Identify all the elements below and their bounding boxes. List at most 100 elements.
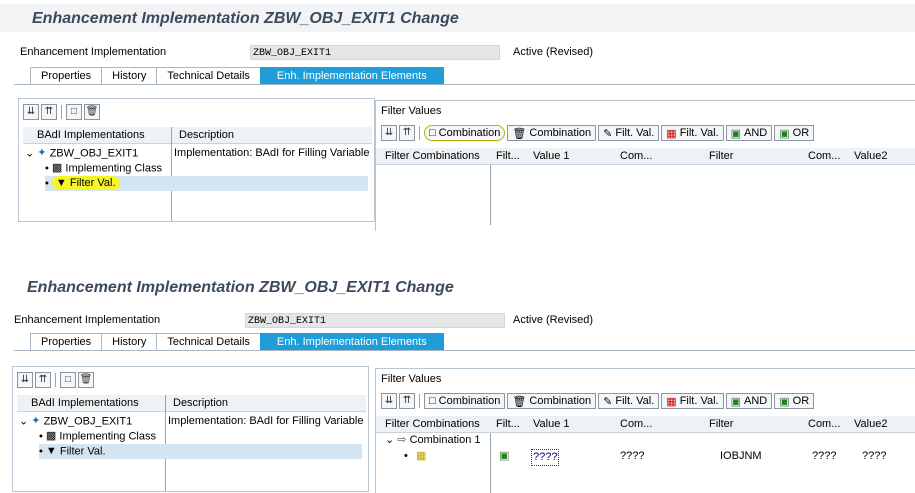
filter-values-panel: Filter Values ⇊ ⇈ □ Combination 🗑 Combin…: [375, 368, 915, 493]
col-description: Description: [173, 397, 229, 409]
create-icon[interactable]: □: [60, 372, 76, 388]
filter-value-row[interactable]: • ▦ ▣ ???? ???? IOBJNM ???? ????: [376, 449, 915, 466]
com2-cell: ????: [812, 450, 837, 462]
col-filter-combinations: Filter Combinations: [385, 418, 480, 430]
tab-enh-implementation-elements[interactable]: Enh. Implementation Elements: [259, 67, 444, 85]
change-filter-value-button[interactable]: ✎ Filt. Val.: [598, 125, 660, 141]
create-icon: □: [429, 395, 436, 407]
filter-values-panel: Filter Values ⇊ ⇈ □ Combination 🗑 Combin…: [375, 100, 915, 231]
tree-header: BAdI Implementations Description: [23, 127, 372, 144]
tree-root-label: ZBW_OBJ_EXIT1: [49, 147, 139, 160]
col-value2: Value2: [854, 418, 888, 430]
create-combination-button[interactable]: □ Combination: [424, 125, 506, 141]
value2-cell: ????: [862, 450, 887, 462]
or-icon: ▣: [779, 395, 790, 408]
filter-val-label: Filter Val.: [59, 445, 106, 458]
page-title: Enhancement Implementation ZBW_OBJ_EXIT1…: [27, 279, 454, 296]
filter-table-header: Filter Combinations Filt... Value 1 Com.…: [376, 416, 915, 433]
tab-history[interactable]: History: [101, 67, 158, 85]
col-com2: Com...: [808, 150, 841, 162]
delete-icon: 🗑: [512, 395, 527, 408]
status-text: Active (Revised): [513, 46, 594, 58]
collapse-all-icon[interactable]: ⇈: [399, 125, 415, 141]
combination-row[interactable]: ⌄ ⇨ Combination 1: [385, 433, 481, 448]
edit-row-icon[interactable]: ▣: [499, 449, 509, 464]
collapse-all-icon[interactable]: ⇈: [399, 393, 415, 409]
tab-properties[interactable]: Properties: [30, 67, 103, 85]
chevron-down-icon[interactable]: ⌄: [385, 434, 394, 446]
screenshot-panel-before: Enhancement Implementation ZBW_OBJ_EXIT1…: [0, 0, 915, 231]
tree-item-implementing-class[interactable]: • ▩ Implementing Class: [45, 161, 162, 176]
tab-history[interactable]: History: [101, 333, 158, 351]
filter-toolbar: ⇊ ⇈ □ Combination 🗑 Combination ✎ Filt. …: [381, 125, 815, 141]
impl-label: Enhancement Implementation: [14, 314, 161, 326]
delete-icon[interactable]: 🗑: [78, 372, 94, 388]
tree-root-row[interactable]: ⌄ ✦ ZBW_OBJ_EXIT1: [19, 414, 132, 429]
impl-value-field: ZBW_OBJ_EXIT1: [250, 45, 500, 60]
status-text: Active (Revised): [513, 314, 594, 326]
collapse-all-icon[interactable]: ⇈: [35, 372, 51, 388]
delete-icon[interactable]: 🗑: [84, 104, 100, 120]
delete-filter-value-button[interactable]: ▦ Filt. Val.: [661, 393, 724, 409]
implementing-class-label: Implementing Class: [59, 430, 156, 443]
delete-combination-button[interactable]: 🗑 Combination: [507, 393, 597, 409]
expand-all-icon[interactable]: ⇊: [381, 393, 397, 409]
or-button[interactable]: ▣ OR: [774, 393, 815, 409]
col-com2: Com...: [808, 418, 841, 430]
tree-root-label: ZBW_OBJ_EXIT1: [43, 415, 133, 428]
tree-item-filter-val[interactable]: • ▼ Filter Val.: [39, 444, 362, 459]
filter-icon: ▼: [45, 445, 57, 457]
tree-root-description: Implementation: BAdI for Filling Variabl…: [168, 415, 364, 427]
class-icon: ▩: [45, 430, 57, 442]
column-divider: [165, 395, 166, 491]
implementing-class-label: Implementing Class: [65, 162, 162, 175]
tab-technical-details[interactable]: Technical Details: [156, 67, 261, 85]
value1-cell[interactable]: ????: [531, 449, 560, 466]
filter-toolbar: ⇊ ⇈ □ Combination 🗑 Combination ✎ Filt. …: [381, 393, 815, 409]
col-badi-implementations: BAdI Implementations: [37, 129, 145, 141]
filter-values-label: Filter Values: [381, 373, 442, 385]
or-button[interactable]: ▣ OR: [774, 125, 815, 141]
and-button[interactable]: ▣ AND: [725, 393, 773, 409]
tab-properties[interactable]: Properties: [30, 333, 103, 351]
expand-all-icon[interactable]: ⇊: [381, 125, 397, 141]
col-filter-combinations: Filter Combinations: [385, 150, 480, 162]
and-icon: ▣: [730, 395, 742, 408]
tree-header: BAdI Implementations Description: [17, 395, 366, 412]
col-filter: Filter: [709, 150, 734, 162]
delete-combination-button[interactable]: 🗑 Combination: [507, 125, 597, 141]
class-icon: ▩: [51, 162, 63, 174]
create-icon[interactable]: □: [66, 104, 82, 120]
edit-icon: ✎: [603, 395, 613, 408]
and-button[interactable]: ▣ AND: [725, 125, 773, 141]
toolbar-separator: [419, 394, 420, 408]
tree-item-filter-val[interactable]: • ▼ Filter Val.: [45, 176, 368, 191]
create-combination-button[interactable]: □ Combination: [424, 393, 506, 409]
page-title: Enhancement Implementation ZBW_OBJ_EXIT1…: [32, 10, 459, 27]
col-value1: Value 1: [533, 418, 570, 430]
filter-table-header: Filter Combinations Filt... Value 1 Com.…: [376, 148, 915, 165]
bullet-icon: •: [39, 430, 43, 443]
tab-strip: Properties History Technical Details Enh…: [30, 333, 444, 351]
bullet-icon: •: [39, 445, 43, 458]
delete-filter-icon: ▦: [666, 395, 677, 408]
tab-technical-details[interactable]: Technical Details: [156, 333, 261, 351]
toolbar-separator: [55, 373, 56, 387]
tree-item-implementing-class[interactable]: • ▩ Implementing Class: [39, 429, 156, 444]
delete-filter-value-button[interactable]: ▦ Filt. Val.: [661, 125, 724, 141]
col-filter: Filter: [709, 418, 734, 430]
com1-cell: ????: [620, 450, 645, 462]
col-com1: Com...: [620, 150, 653, 162]
expand-all-icon[interactable]: ⇊: [23, 104, 39, 120]
expand-all-icon[interactable]: ⇊: [17, 372, 33, 388]
screenshot-panel-after: Enhancement Implementation ZBW_OBJ_EXIT1…: [0, 268, 915, 493]
filter-cell: IOBJNM: [720, 450, 762, 462]
tab-enh-implementation-elements[interactable]: Enh. Implementation Elements: [259, 333, 444, 351]
chevron-down-icon[interactable]: ⌄: [25, 147, 34, 159]
tree-root-row[interactable]: ⌄ ✦ ZBW_OBJ_EXIT1: [25, 146, 138, 161]
change-filter-value-button[interactable]: ✎ Filt. Val.: [598, 393, 660, 409]
combination-icon: ⇨: [397, 434, 407, 446]
collapse-all-icon[interactable]: ⇈: [41, 104, 57, 120]
chevron-down-icon[interactable]: ⌄: [19, 415, 28, 427]
tree-toolbar: ⇊ ⇈ □ 🗑: [17, 372, 94, 388]
